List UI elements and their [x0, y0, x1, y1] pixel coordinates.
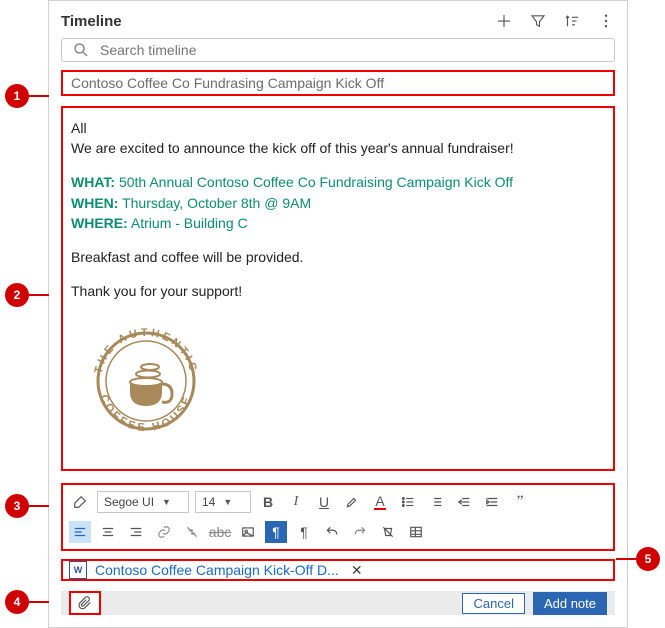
header-actions	[495, 12, 615, 30]
more-icon[interactable]	[597, 12, 615, 30]
callout-3: 3	[5, 494, 29, 518]
font-size-select[interactable]: 14▼	[195, 491, 251, 513]
align-center-button[interactable]	[97, 521, 119, 543]
font-family-select[interactable]: Segoe UI▼	[97, 491, 189, 513]
footer-bar: Cancel Add note	[61, 591, 615, 615]
rich-text-toolbar: Segoe UI▼ 14▼ B I U A ” abc	[61, 483, 615, 551]
callout-4: 4	[5, 590, 29, 614]
italic-button[interactable]: I	[285, 491, 307, 513]
callout-1: 1	[5, 84, 29, 108]
body-line: We are excited to announce the kick off …	[71, 138, 605, 158]
undo-button[interactable]	[321, 521, 343, 543]
panel-title: Timeline	[61, 13, 122, 30]
remove-attachment-button[interactable]: ✕	[351, 562, 363, 579]
bullet-list-button[interactable]	[397, 491, 419, 513]
callout-line	[29, 294, 49, 296]
bold-button[interactable]: B	[257, 491, 279, 513]
callout-2: 2	[5, 283, 29, 307]
body-line: Breakfast and coffee will be provided.	[71, 247, 605, 267]
callout-line	[29, 601, 49, 603]
format-painter-icon[interactable]	[69, 491, 91, 513]
number-list-button[interactable]	[425, 491, 447, 513]
outdent-button[interactable]	[453, 491, 475, 513]
highlight-button[interactable]	[341, 491, 363, 513]
sort-icon[interactable]	[563, 12, 581, 30]
rtl-button[interactable]: ¶	[293, 521, 315, 543]
callout-5: 5	[636, 547, 660, 571]
image-button[interactable]	[237, 521, 259, 543]
search-input[interactable]	[98, 41, 604, 59]
unlink-button[interactable]	[181, 521, 203, 543]
body-line: WHERE: Atrium - Building C	[71, 213, 605, 233]
filter-icon[interactable]	[529, 12, 547, 30]
timeline-panel: Timeline Contoso Co	[48, 0, 628, 628]
logo-image: THE AUTHENTIC COFFEE HOUSE	[71, 306, 605, 461]
body-line: All	[71, 118, 605, 138]
attach-file-button[interactable]	[69, 591, 101, 615]
cancel-button[interactable]: Cancel	[462, 593, 524, 614]
callout-line	[29, 95, 49, 97]
font-color-button[interactable]: A	[369, 491, 391, 513]
add-icon[interactable]	[495, 12, 513, 30]
redo-button[interactable]	[349, 521, 371, 543]
underline-button[interactable]: U	[313, 491, 335, 513]
body-line: Thank you for your support!	[71, 281, 605, 301]
add-note-button[interactable]: Add note	[533, 592, 607, 615]
indent-button[interactable]	[481, 491, 503, 513]
strikethrough-button[interactable]: abc	[209, 521, 231, 543]
note-title-input[interactable]: Contoso Coffee Co Fundrasing Campaign Ki…	[61, 70, 615, 96]
align-left-button[interactable]	[69, 521, 91, 543]
quote-button[interactable]: ”	[509, 491, 531, 513]
attachment-row: W Contoso Coffee Campaign Kick-Off D... …	[61, 559, 615, 581]
ltr-button[interactable]: ¶	[265, 521, 287, 543]
clear-format-button[interactable]	[377, 521, 399, 543]
align-right-button[interactable]	[125, 521, 147, 543]
search-box[interactable]	[61, 38, 615, 62]
search-icon	[72, 41, 90, 59]
body-line: WHAT: 50th Annual Contoso Coffee Co Fund…	[71, 172, 605, 192]
table-button[interactable]	[405, 521, 427, 543]
body-line: WHEN: Thursday, October 8th @ 9AM	[71, 193, 605, 213]
callout-line	[29, 505, 49, 507]
callout-line	[616, 558, 636, 560]
link-button[interactable]	[153, 521, 175, 543]
word-doc-icon: W	[69, 561, 87, 579]
panel-header: Timeline	[61, 11, 615, 32]
attachment-name[interactable]: Contoso Coffee Campaign Kick-Off D...	[95, 562, 339, 578]
note-body-editor[interactable]: All We are excited to announce the kick …	[61, 106, 615, 471]
